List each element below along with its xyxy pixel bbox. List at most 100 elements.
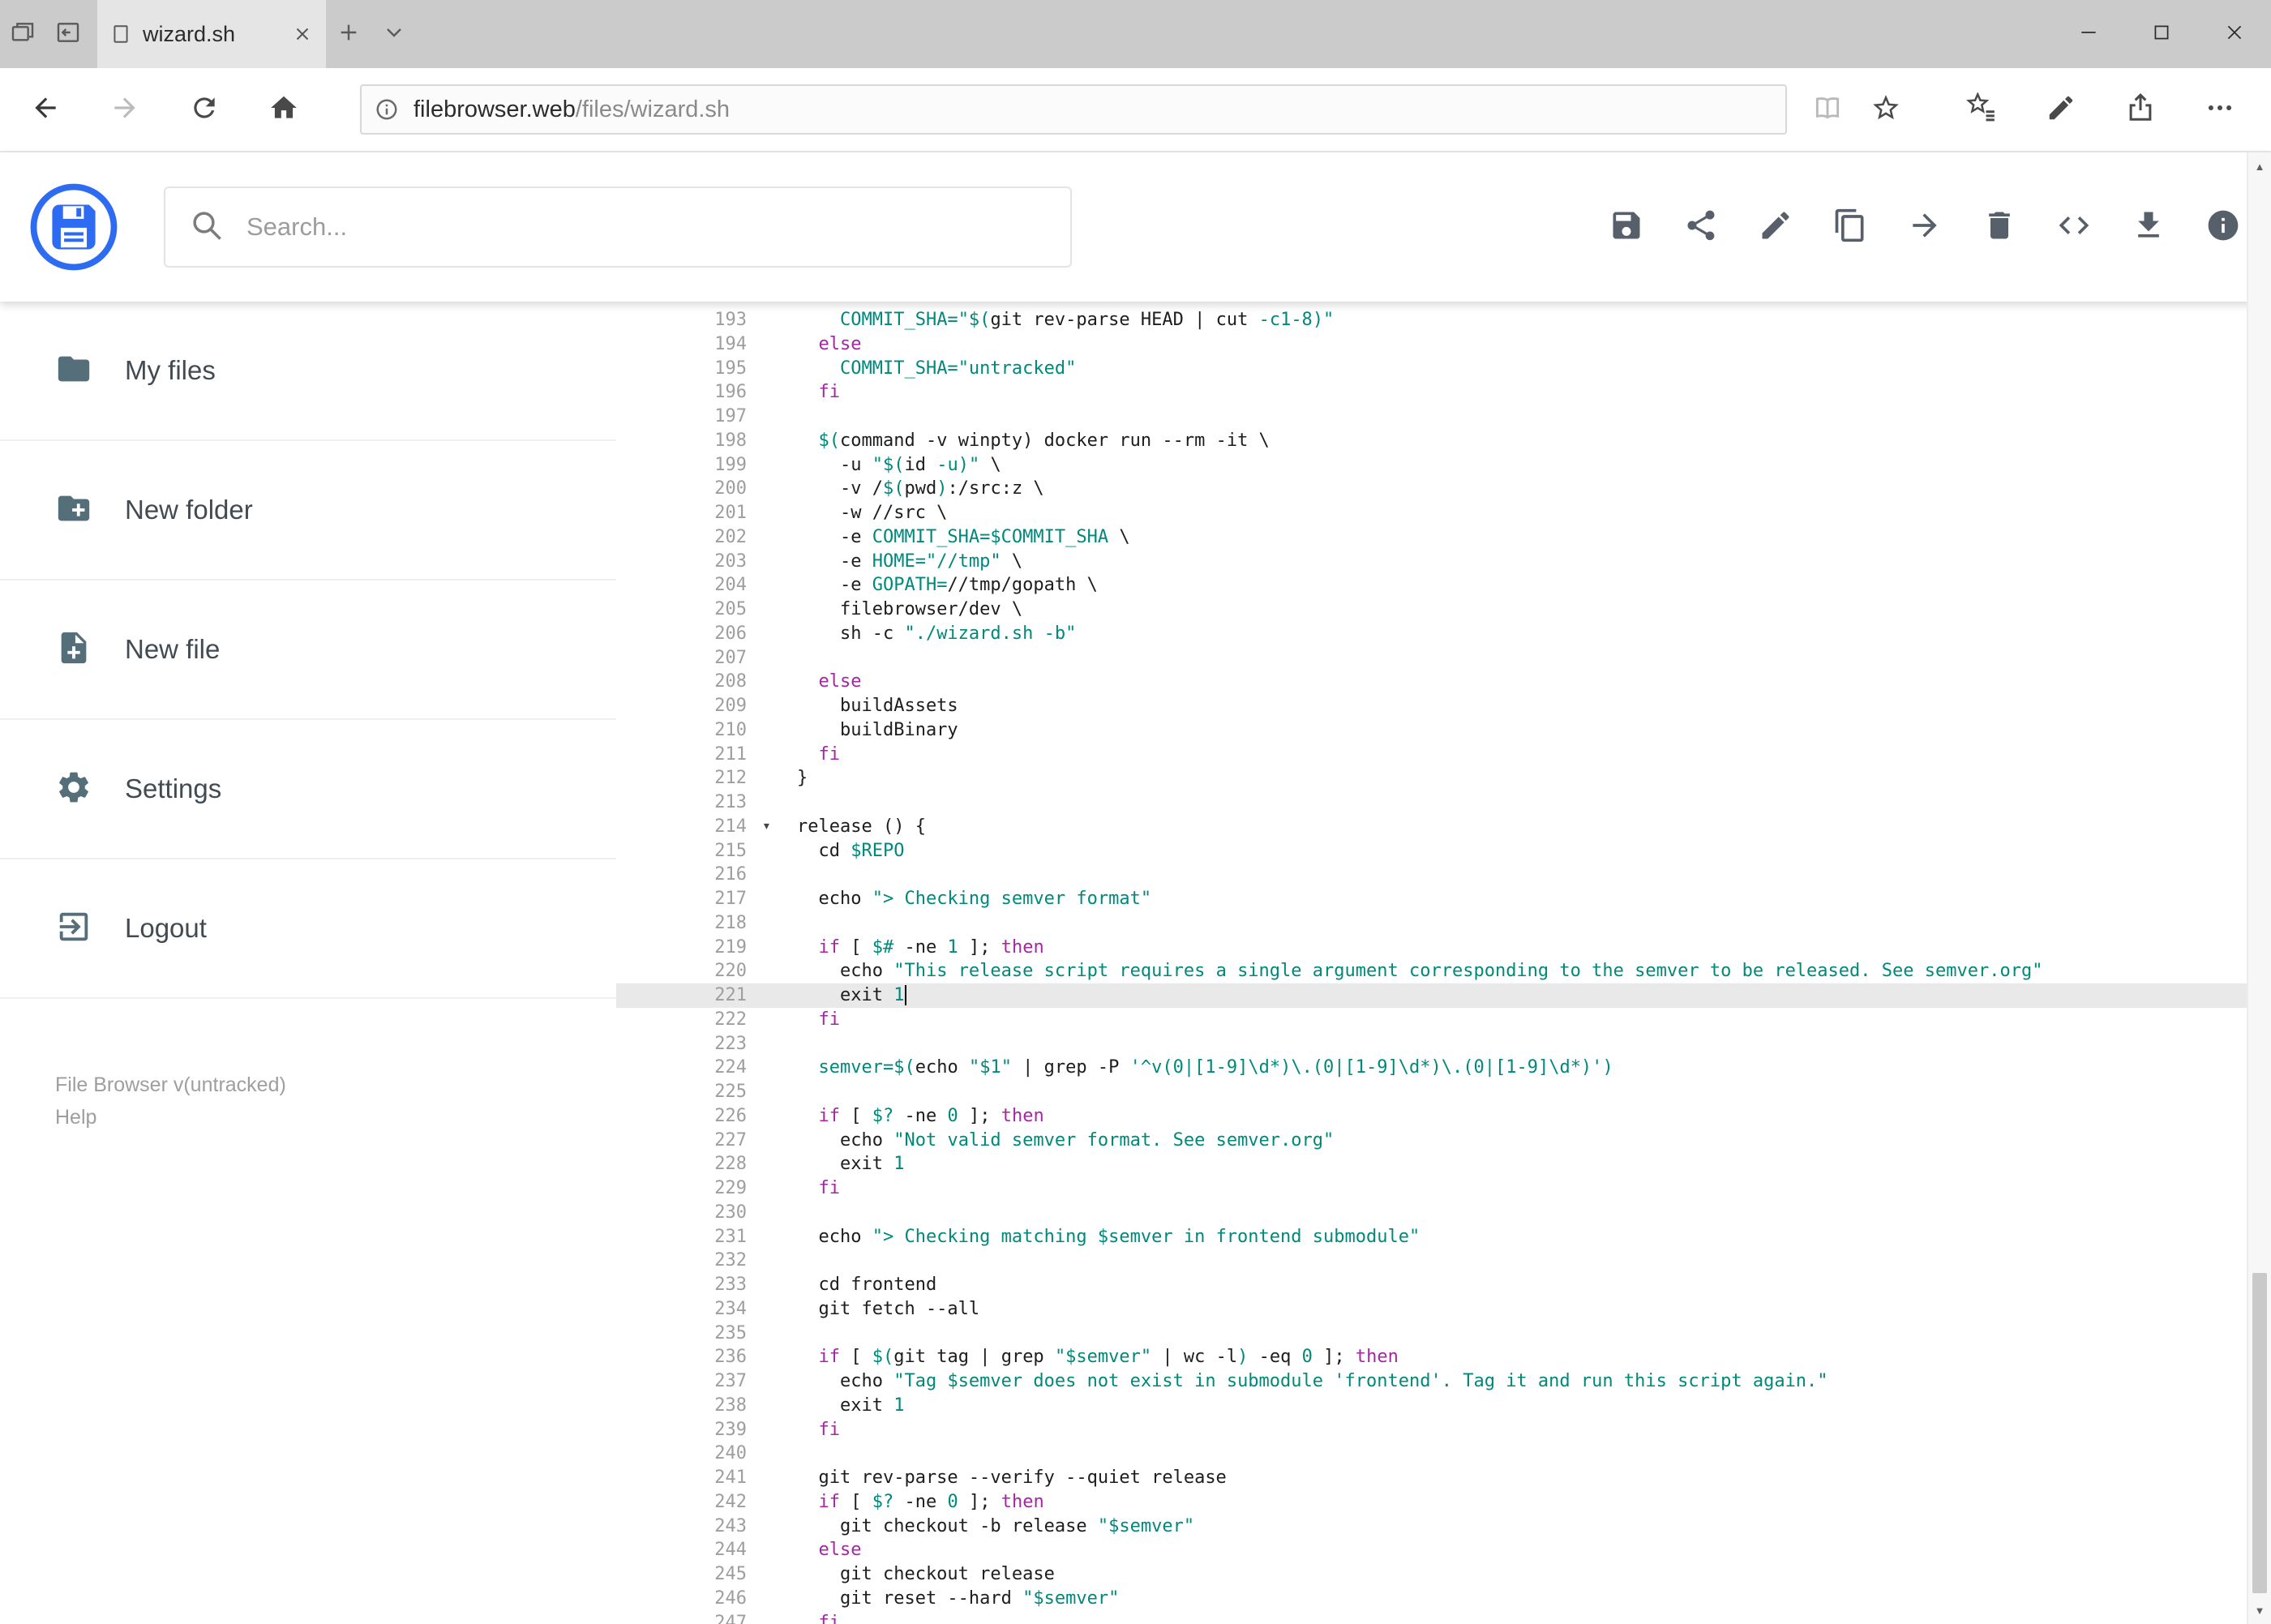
forward-button[interactable]: [96, 80, 154, 139]
code-line[interactable]: 244 else: [616, 1538, 2271, 1562]
search-box[interactable]: [164, 186, 1072, 268]
tabs-set-aside-button[interactable]: [0, 0, 45, 68]
more-settings-button[interactable]: [2191, 80, 2249, 139]
move-button[interactable]: [1906, 208, 1943, 246]
code-line[interactable]: 239 fi: [616, 1418, 2271, 1442]
minimize-button[interactable]: [2052, 0, 2125, 68]
code-line[interactable]: 201 -w //src \: [616, 501, 2271, 525]
code-line[interactable]: 240: [616, 1442, 2271, 1466]
sidebar-item-my-files[interactable]: My files: [0, 302, 616, 441]
close-window-button[interactable]: [2198, 0, 2271, 68]
code-line[interactable]: 235: [616, 1322, 2271, 1346]
code-line[interactable]: 223: [616, 1032, 2271, 1056]
code-line[interactable]: 228 exit 1: [616, 1152, 2271, 1176]
code-line[interactable]: 197: [616, 405, 2271, 429]
sidebar-item-settings[interactable]: Settings: [0, 720, 616, 859]
code-line[interactable]: 236 if [ $(git tag | grep "$semver" | wc…: [616, 1345, 2271, 1369]
sidebar-item-new-file[interactable]: New file: [0, 581, 616, 720]
code-line[interactable]: 232: [616, 1249, 2271, 1273]
code-editor[interactable]: 193 COMMIT_SHA="$(git rev-parse HEAD | c…: [616, 302, 2271, 1624]
refresh-button[interactable]: [175, 80, 234, 139]
code-line[interactable]: 222 fi: [616, 1008, 2271, 1032]
code-line[interactable]: 230: [616, 1201, 2271, 1225]
code-line[interactable]: 200 -v /$(pwd):/src:z \: [616, 477, 2271, 501]
site-info-icon[interactable]: [375, 97, 399, 122]
share-file-button[interactable]: [1682, 208, 1720, 246]
code-line[interactable]: 225: [616, 1080, 2271, 1104]
web-note-button[interactable]: [2032, 80, 2090, 139]
add-favorite-button[interactable]: [1857, 80, 1915, 139]
sidebar-item-new-folder[interactable]: New folder: [0, 441, 616, 581]
scroll-down-arrow[interactable]: ▼: [2248, 1598, 2271, 1622]
code-line[interactable]: 214 ▾ release () {: [616, 815, 2271, 839]
edit-button[interactable]: [1757, 208, 1794, 246]
code-line[interactable]: 241 git rev-parse --verify --quiet relea…: [616, 1466, 2271, 1490]
code-line[interactable]: 210 buildBinary: [616, 718, 2271, 743]
code-line[interactable]: 238 exit 1: [616, 1394, 2271, 1418]
help-link[interactable]: Help: [55, 1101, 616, 1133]
code-line[interactable]: 229 fi: [616, 1176, 2271, 1201]
sidebar-item-logout[interactable]: Logout: [0, 859, 616, 999]
code-line[interactable]: 206 sh -c "./wizard.sh -b": [616, 622, 2271, 646]
code-line[interactable]: 212}: [616, 766, 2271, 791]
new-tab-button[interactable]: [326, 0, 371, 68]
download-button[interactable]: [2130, 208, 2167, 246]
reading-view-button[interactable]: [1798, 80, 1857, 139]
code-line[interactable]: 216: [616, 863, 2271, 887]
code-line[interactable]: 208 else: [616, 670, 2271, 694]
save-button[interactable]: [1608, 208, 1645, 246]
tab-close-icon[interactable]: [292, 24, 313, 45]
code-line[interactable]: 203 -e HOME="//tmp" \: [616, 550, 2271, 574]
fold-marker-icon[interactable]: ▾: [762, 814, 771, 838]
code-line[interactable]: 243 git checkout -b release "$semver": [616, 1515, 2271, 1539]
code-line[interactable]: 246 git reset --hard "$semver": [616, 1587, 2271, 1611]
code-line[interactable]: 237 echo "Tag $semver does not exist in …: [616, 1369, 2271, 1394]
back-button[interactable]: [16, 80, 75, 139]
code-line[interactable]: 218: [616, 911, 2271, 936]
code-line[interactable]: 220 echo "This release script requires a…: [616, 959, 2271, 983]
code-line[interactable]: 209 buildAssets: [616, 694, 2271, 718]
code-line[interactable]: 205 filebrowser/dev \: [616, 598, 2271, 622]
home-button[interactable]: [255, 80, 313, 139]
code-line[interactable]: 207: [616, 646, 2271, 671]
search-input[interactable]: [245, 212, 1046, 242]
copy-button[interactable]: [1832, 208, 1869, 246]
code-line[interactable]: 194 else: [616, 332, 2271, 357]
code-line[interactable]: 217 echo "> Checking semver format": [616, 887, 2271, 911]
code-line[interactable]: 231 echo "> Checking matching $semver in…: [616, 1225, 2271, 1249]
address-bar[interactable]: filebrowser.web/files/wizard.sh: [360, 84, 1787, 135]
code-line[interactable]: 247 fi: [616, 1611, 2271, 1624]
tab-wizard-sh[interactable]: wizard.sh: [97, 0, 326, 68]
tab-preview-toggle[interactable]: [371, 0, 417, 68]
code-line[interactable]: 196 fi: [616, 380, 2271, 405]
code-line[interactable]: 198 $(command -v winpty) docker run --rm…: [616, 429, 2271, 453]
set-tabs-aside-button[interactable]: [45, 0, 91, 68]
scroll-up-arrow[interactable]: ▲: [2248, 154, 2271, 178]
hub-button[interactable]: [1952, 80, 2011, 139]
vertical-scrollbar[interactable]: ▲ ▼: [2247, 152, 2271, 1624]
code-line[interactable]: 242 if [ $? -ne 0 ]; then: [616, 1490, 2271, 1515]
code-line[interactable]: 221 exit 1: [616, 983, 2271, 1008]
code-line[interactable]: 245 git checkout release: [616, 1562, 2271, 1587]
code-line[interactable]: 202 -e COMMIT_SHA=$COMMIT_SHA \: [616, 525, 2271, 550]
code-line[interactable]: 199 -u "$(id -u)" \: [616, 453, 2271, 478]
info-button[interactable]: [2205, 208, 2242, 246]
code-line[interactable]: 219 if [ $# -ne 1 ]; then: [616, 936, 2271, 960]
raw-code-button[interactable]: [2055, 208, 2093, 246]
code-line[interactable]: 211 fi: [616, 743, 2271, 767]
scrollbar-thumb[interactable]: [2252, 1273, 2267, 1593]
code-line[interactable]: 227 echo "Not valid semver format. See s…: [616, 1129, 2271, 1153]
code-line[interactable]: 233 cd frontend: [616, 1273, 2271, 1297]
code-line[interactable]: 226 if [ $? -ne 0 ]; then: [616, 1104, 2271, 1129]
code-line[interactable]: 215 cd $REPO: [616, 839, 2271, 863]
maximize-button[interactable]: [2125, 0, 2198, 68]
code-line[interactable]: 224 semver=$(echo "$1" | grep -P '^v(0|[…: [616, 1056, 2271, 1080]
delete-button[interactable]: [1981, 208, 2018, 246]
filebrowser-logo[interactable]: [29, 182, 118, 272]
code-line[interactable]: 213: [616, 791, 2271, 815]
code-line[interactable]: 234 git fetch --all: [616, 1297, 2271, 1322]
share-button[interactable]: [2111, 80, 2170, 139]
code-line[interactable]: 195 COMMIT_SHA="untracked": [616, 357, 2271, 381]
code-line[interactable]: 204 -e GOPATH=//tmp/gopath \: [616, 573, 2271, 598]
code-line[interactable]: 193 COMMIT_SHA="$(git rev-parse HEAD | c…: [616, 308, 2271, 332]
